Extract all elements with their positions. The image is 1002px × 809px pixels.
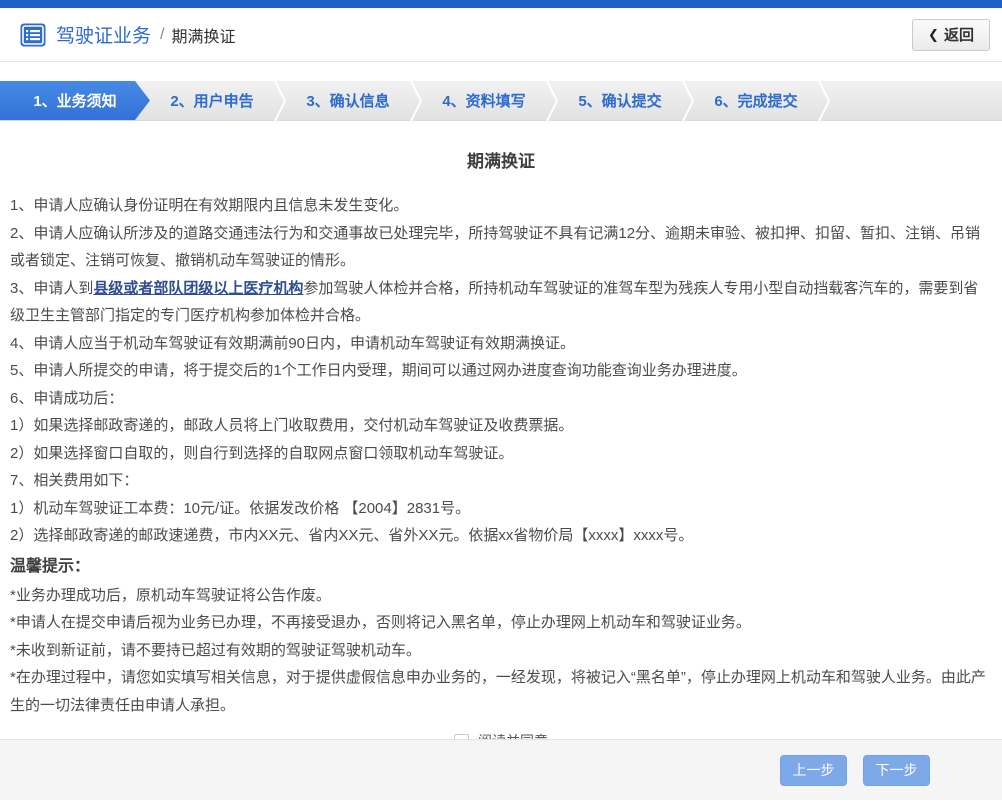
notice-line: 5、申请人所提交的申请，将于提交后的1个工作日内受理，期间可以通过网办进度查询功… — [10, 362, 747, 379]
notice-line: 1）机动车驾驶证工本费：10元/证。依据发改价格 【2004】2831号。 — [10, 499, 471, 517]
notice-line: 2）如果选择窗口自取的，则自行到选择的自取网点窗口领取机动车驾驶证。 — [10, 444, 514, 462]
notice-emphasis: 县级或者部队团级以上医疗机构 — [93, 279, 304, 297]
top-accent-bar — [0, 0, 1002, 8]
page-title: 期满换证 — [467, 152, 535, 171]
wizard-step-4: 4、资料填写 — [442, 93, 526, 110]
menu-list-icon — [20, 23, 46, 47]
tip-line: *在办理过程中，请您如实填写相关信息，对于提供虚假信息申办业务的，一经发现，将被… — [10, 669, 986, 714]
wizard-step-1: 1、业务须知 — [0, 81, 150, 120]
notice-line: 2、申请人应确认所涉及的道路交通违法行为和交通事故已处理完毕，所持驾驶证不具有记… — [10, 224, 981, 270]
action-footer: 上一步 下一步 — [0, 739, 1002, 800]
step-separator-icon — [410, 80, 422, 121]
notice-line: 7、相关费用如下： — [10, 472, 139, 489]
tip-line: *未收到新证前，请不要持已超过有效期的驾驶证驾驶机动车。 — [10, 641, 421, 659]
notice-line: 3、申请人到县级或者部队团级以上医疗机构参加驾驶人体检并合格，所持机动车驾驶证的… — [10, 275, 992, 330]
back-button-label: 返回 — [943, 27, 974, 44]
agree-row: 阅读并同意 — [10, 731, 992, 739]
agree-checkbox[interactable] — [454, 733, 469, 739]
tip-line: *业务办理成功后，原机动车驾驶证将公告作废。 — [10, 586, 331, 604]
notice-content: 期满换证 1、申请人应确认身份证明在有效期限内且信息未发生变化。 2、申请人应确… — [0, 121, 1002, 739]
tips-title: 温馨提示： — [10, 557, 91, 575]
notice-line: 1、申请人应确认身份证明在有效期限内且信息未发生变化。 — [10, 197, 409, 214]
wizard-step-6: 6、完成提交 — [714, 93, 798, 110]
previous-step-button[interactable]: 上一步 — [780, 754, 847, 786]
notice-line: 6、申请成功后： — [10, 389, 124, 407]
breadcrumb-section[interactable]: 驾驶证业务 — [56, 21, 151, 48]
tip-line: *申请人在提交申请后视为业务已办理，不再接受退办，否则将记入黑名单，停止办理网上… — [10, 614, 751, 631]
breadcrumb-separator: / — [160, 25, 165, 43]
back-chevron-icon: ❮ — [928, 26, 939, 42]
agree-label[interactable]: 阅读并同意 — [478, 731, 548, 739]
back-button[interactable]: ❮ 返回 — [912, 18, 990, 51]
wizard-filler — [830, 81, 1002, 120]
notice-line: 1）如果选择邮政寄递的，邮政人员将上门收取费用，交付机动车驾驶证及收费票据。 — [10, 417, 574, 434]
bottom-strip — [0, 800, 1002, 808]
step-separator-icon — [818, 80, 830, 121]
next-step-button[interactable]: 下一步 — [863, 754, 930, 786]
step-separator-icon — [682, 80, 694, 121]
step-separator-icon — [274, 80, 286, 121]
wizard-step-3: 3、确认信息 — [306, 93, 390, 110]
breadcrumb: 驾驶证业务 / 期满换证 — [20, 21, 235, 48]
notice-line: 4、申请人应当于机动车驾驶证有效期满前90日内，申请机动车驾驶证有效期满换证。 — [10, 334, 576, 352]
breadcrumb-current: 期满换证 — [171, 28, 236, 46]
step-separator-icon — [546, 80, 558, 121]
wizard-step-2: 2、用户申告 — [170, 93, 254, 110]
notice-line: 2）选择邮政寄递的邮政速递费，市内XX元、省内XX元、省外XX元。依据xx省物价… — [10, 527, 694, 544]
step-wizard: 1、业务须知 2、用户申告 3、确认信息 4、资料填写 5、确认提交 6、完成提… — [0, 80, 1002, 121]
notice-text: 3、申请人到 — [10, 279, 94, 297]
wizard-step-5: 5、确认提交 — [578, 93, 662, 110]
page-header: 驾驶证业务 / 期满换证 ❮ 返回 — [0, 8, 1002, 62]
